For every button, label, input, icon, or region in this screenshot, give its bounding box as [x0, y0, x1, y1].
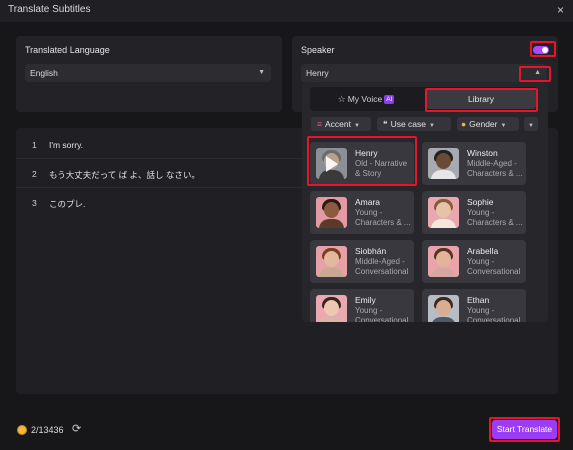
avatar — [428, 148, 459, 179]
language-select[interactable]: English ▼ — [25, 64, 271, 82]
window-title: Translate Subtitles — [8, 4, 91, 15]
title-bar: Translate Subtitles × — [0, 0, 573, 22]
avatar — [316, 197, 347, 228]
chevron-down-icon: ▼ — [528, 123, 534, 129]
voice-card-ethan[interactable]: Ethan Young - Conversational — [422, 289, 526, 322]
voice-card-amara[interactable]: Amara Young - Characters & ... — [310, 191, 414, 234]
star-icon: ☆ — [337, 94, 346, 104]
translated-language-label: Translated Language — [25, 45, 110, 55]
subtitle-row[interactable]: 2 もう大丈夫だって ば よ、話し なさい。 — [16, 160, 306, 188]
use-case-filter-label: Use case — [390, 119, 427, 129]
person-icon: ● — [461, 119, 467, 129]
voice-card-emily[interactable]: Emily Young - Conversational — [310, 289, 414, 322]
speaker-select-value: Henry — [306, 68, 329, 78]
subtitle-number: 3 — [32, 198, 37, 208]
voice-name: Sophie — [467, 197, 494, 207]
voice-card-sophie[interactable]: Sophie Young - Characters & ... — [422, 191, 526, 234]
gender-filter[interactable]: ● Gender ▼ — [457, 117, 519, 131]
accent-icon: ≡ — [317, 119, 322, 129]
avatar — [316, 246, 347, 277]
subtitle-row[interactable]: 3 このプレ. — [16, 189, 306, 217]
speaker-select[interactable]: Henry ▲ — [301, 64, 547, 82]
voice-card-siobhan[interactable]: Siobhán Middle-Aged - Conversational — [310, 240, 414, 283]
avatar — [428, 246, 459, 277]
highlight-box-library-tab — [425, 88, 538, 112]
start-translate-button[interactable]: Start Translate — [492, 420, 557, 439]
voice-name: Arabella — [467, 246, 499, 256]
subtitle-number: 1 — [32, 140, 37, 150]
voice-description: Middle-Aged - Characters & ... — [467, 159, 523, 178]
voice-description: Young - Characters & ... — [355, 208, 411, 227]
speaker-label: Speaker — [301, 45, 335, 55]
accent-filter[interactable]: ≡ Accent ▼ — [311, 117, 371, 131]
subtitle-text: このプレ. — [49, 199, 86, 209]
voice-description: Young - Conversational — [467, 306, 521, 322]
voice-description: Middle-Aged - Conversational — [355, 257, 409, 276]
avatar — [316, 295, 347, 322]
refresh-icon[interactable]: ⟳ — [72, 422, 81, 435]
language-select-value: English — [30, 68, 58, 78]
ai-badge: AI — [384, 95, 395, 104]
subtitle-row[interactable]: 1 I'm sorry. — [16, 131, 306, 159]
accent-filter-label: Accent — [324, 119, 351, 129]
chevron-down-icon: ▼ — [500, 123, 507, 129]
avatar — [428, 197, 459, 228]
close-icon[interactable]: × — [557, 3, 564, 17]
subtitle-number: 2 — [32, 169, 37, 179]
tab-my-voice-label: My Voice — [347, 94, 383, 104]
voice-card-winston[interactable]: Winston Middle-Aged - Characters & ... — [422, 142, 526, 185]
tab-my-voice[interactable]: ☆ My Voice AI — [312, 89, 420, 109]
voice-description: Young - Conversational — [355, 306, 409, 322]
highlight-box-toggle — [530, 41, 556, 57]
credits-count: 2/13436 — [31, 425, 64, 435]
use-case-filter[interactable]: ❝ Use case ▼ — [377, 117, 451, 131]
voice-description: Young - Characters & ... — [467, 208, 523, 227]
subtitle-text: I'm sorry. — [49, 140, 84, 150]
voice-name: Winston — [467, 148, 498, 158]
voice-name: Siobhán — [355, 246, 387, 256]
coin-icon — [17, 425, 27, 435]
chevron-down-icon: ▼ — [258, 69, 265, 76]
voice-name: Ethan — [467, 295, 490, 305]
voice-name: Emily — [355, 295, 376, 305]
highlight-box-henry-card — [307, 136, 417, 186]
chevron-down-icon: ▼ — [353, 123, 360, 129]
translated-language-card: Translated Language English ▼ — [16, 36, 282, 112]
more-filters-button[interactable]: ▼ — [524, 117, 538, 131]
voice-description: Young - Conversational — [467, 257, 521, 276]
gender-filter-label: Gender — [469, 119, 498, 129]
quote-icon: ❝ — [383, 119, 388, 129]
highlight-box-speaker-chevron — [519, 66, 551, 82]
voice-card-arabella[interactable]: Arabella Young - Conversational — [422, 240, 526, 283]
voice-library-panel: ☆ My Voice AI Library ≡ Accent ▼ ❝ Use case ▼ … — [302, 82, 548, 322]
avatar — [428, 295, 459, 322]
voice-name: Amara — [355, 197, 381, 207]
chevron-down-icon: ▼ — [429, 123, 435, 129]
subtitle-text: もう大丈夫だって ば よ、話し なさい。 — [49, 170, 200, 180]
